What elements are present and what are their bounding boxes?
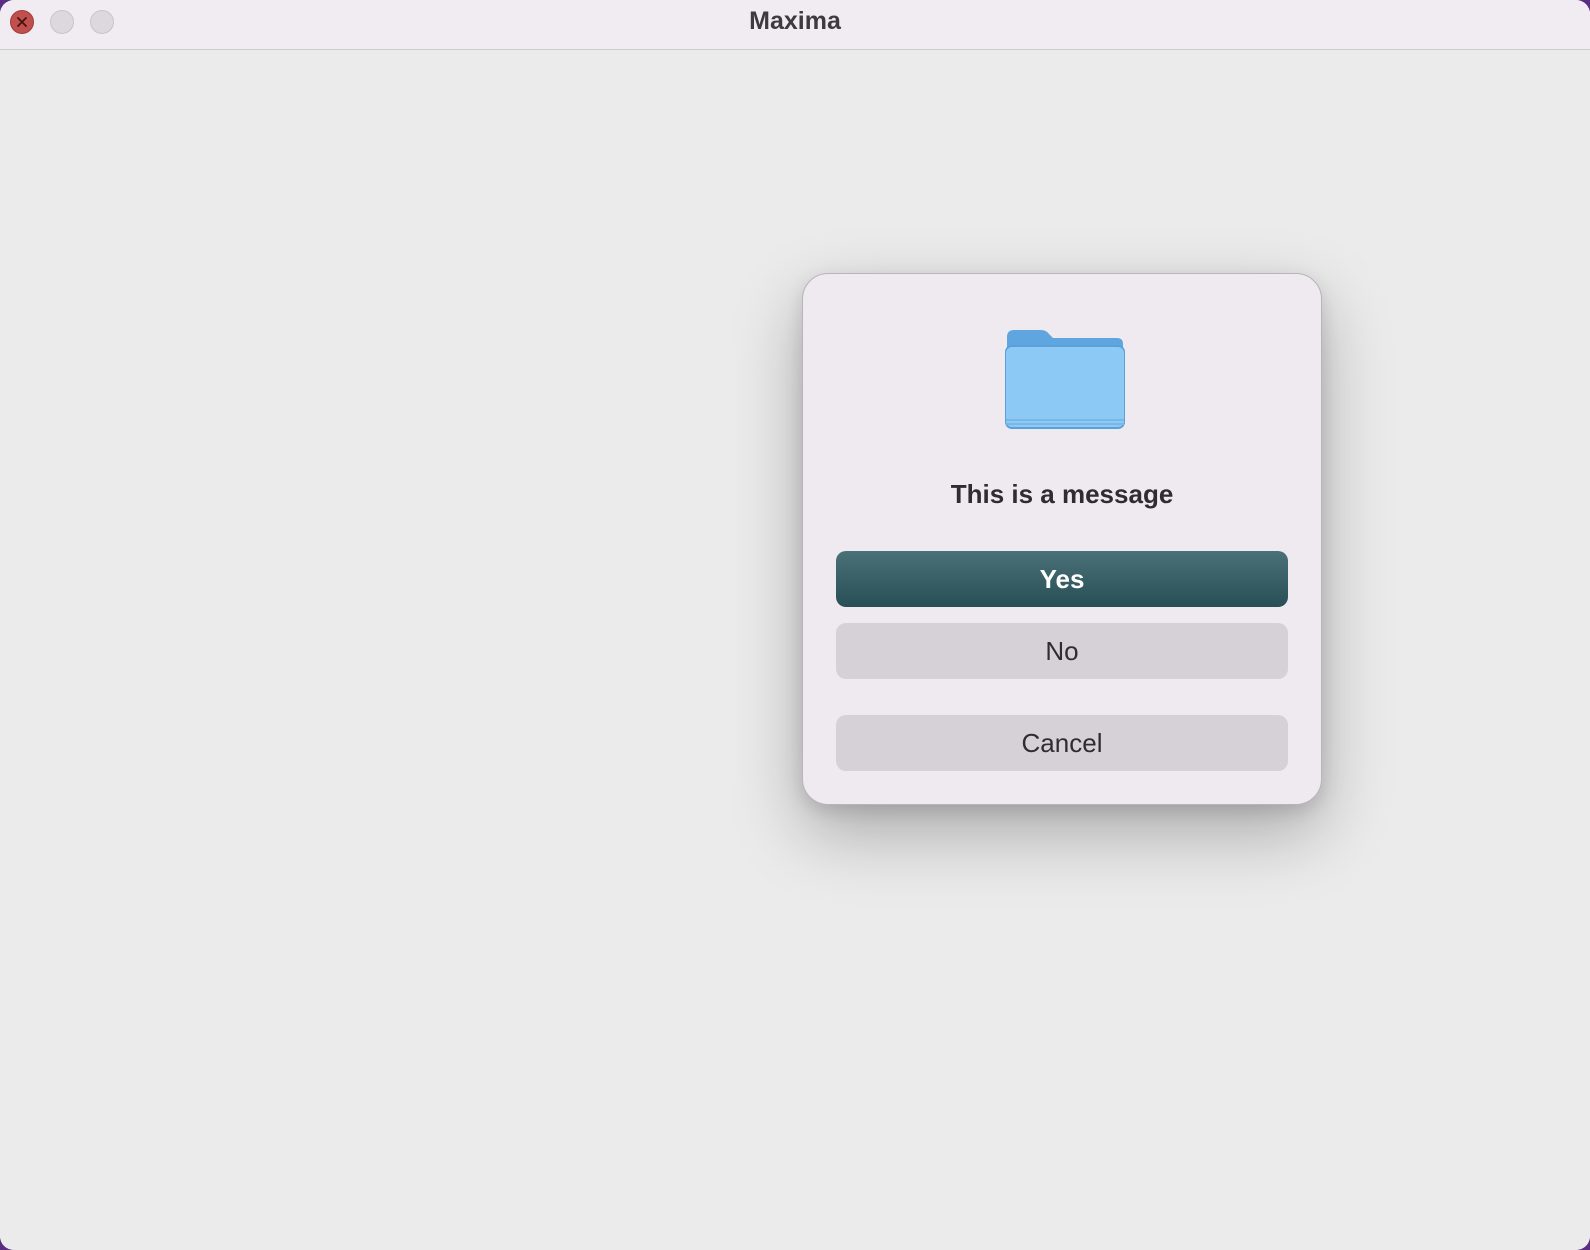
window-content: [0, 51, 1590, 1250]
title-bar[interactable]: Maxima: [0, 0, 1590, 50]
message-dialog: This is a message Yes No Cancel: [802, 273, 1322, 805]
app-window: Maxima This is a message Yes No Cancel: [0, 0, 1590, 1250]
window-title: Maxima: [749, 7, 841, 35]
yes-button[interactable]: Yes: [836, 551, 1288, 607]
no-button[interactable]: No: [836, 623, 1288, 679]
folder-icon: [1005, 330, 1125, 429]
dialog-message: This is a message: [950, 479, 1174, 509]
cancel-button[interactable]: Cancel: [836, 715, 1288, 771]
